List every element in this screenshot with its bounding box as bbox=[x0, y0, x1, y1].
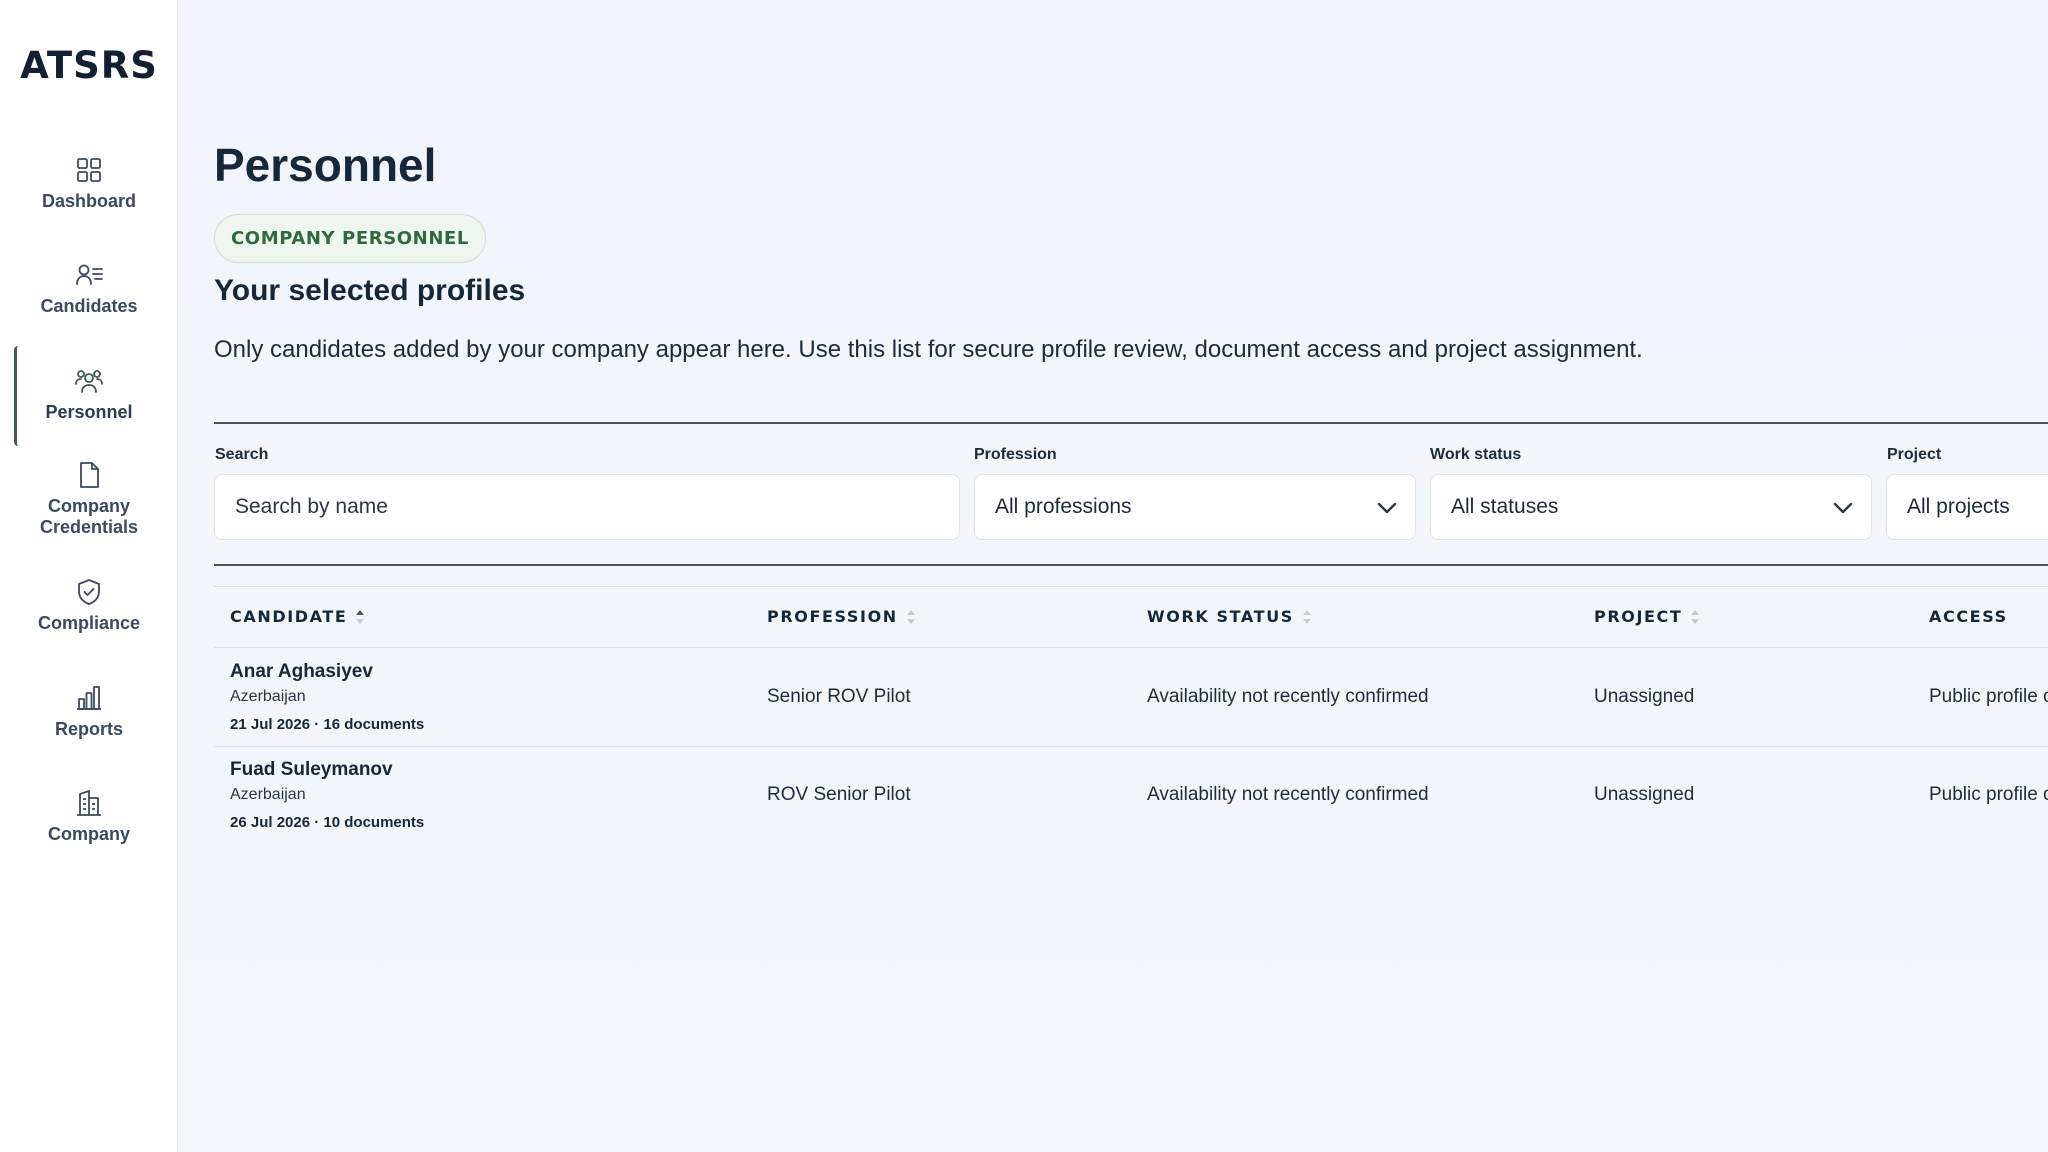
column-header-label: ACCESS bbox=[1929, 607, 2008, 626]
column-header-work-status[interactable]: WORK STATUS bbox=[1147, 607, 1312, 626]
project-select[interactable]: All projects bbox=[1886, 474, 2048, 540]
column-header-candidate[interactable]: CANDIDATE bbox=[230, 607, 365, 626]
candidate-country: Azerbaijan bbox=[230, 786, 306, 803]
work-status-cell: Availability not recently confirmed bbox=[1147, 784, 1429, 805]
sort-icon bbox=[1691, 609, 1700, 624]
nav-item-company-credentials[interactable]: Company Credentials bbox=[0, 460, 178, 538]
nav-label-company: Company bbox=[47, 824, 130, 844]
sort-icon bbox=[1302, 609, 1311, 624]
page-title: Personnel bbox=[214, 139, 437, 191]
header-row-divider bbox=[214, 647, 2048, 648]
nav-item-candidates[interactable]: Candidates bbox=[0, 260, 178, 317]
table-top-border bbox=[214, 586, 2048, 587]
work-status-select[interactable]: All statuses bbox=[1430, 474, 1872, 540]
project-select-value: All projects bbox=[1907, 495, 2010, 518]
profession-cell: ROV Senior Pilot bbox=[767, 784, 911, 805]
work-status-label: Work status bbox=[1430, 446, 1522, 463]
dashboard-icon bbox=[77, 158, 101, 182]
shield-check-icon bbox=[78, 579, 100, 605]
candidate-country: Azerbaijan bbox=[230, 688, 306, 705]
project-cell: Unassigned bbox=[1594, 686, 1695, 707]
sidebar: ATSRS Dashboard Candidates Personnel Com… bbox=[0, 0, 178, 1152]
work-status-cell: Availability not recently confirmed bbox=[1147, 686, 1429, 707]
nav-item-compliance[interactable]: Compliance bbox=[0, 577, 178, 634]
nav-item-personnel[interactable]: Personnel bbox=[0, 366, 178, 423]
divider bbox=[214, 564, 2048, 566]
chevron-down-icon bbox=[1833, 502, 1853, 514]
row-divider bbox=[214, 746, 2048, 747]
bar-chart-icon bbox=[77, 686, 101, 710]
chevron-down-icon bbox=[1377, 502, 1397, 514]
column-header-project[interactable]: PROJECT bbox=[1594, 607, 1700, 626]
nav-label-company-credentials: Company Credentials bbox=[39, 496, 139, 537]
nav-label-dashboard: Dashboard bbox=[41, 191, 137, 211]
sort-icon bbox=[906, 609, 915, 624]
profession-label: Profession bbox=[974, 446, 1057, 463]
column-header-access: ACCESS bbox=[1929, 607, 2008, 626]
column-header-label: PROJECT bbox=[1594, 607, 1683, 626]
brand-logo[interactable]: ATSRS bbox=[0, 44, 178, 87]
profession-select-value: All professions bbox=[995, 495, 1132, 518]
candidate-name[interactable]: Fuad Suleymanov bbox=[230, 759, 393, 781]
document-icon bbox=[80, 462, 99, 488]
column-header-label: CANDIDATE bbox=[230, 607, 348, 626]
access-cell: Public profile o bbox=[1929, 784, 2048, 805]
candidate-meta: 21 Jul 2026 · 16 documents bbox=[230, 716, 425, 733]
main-content: Personnel COMPANY PERSONNEL Your selecte… bbox=[178, 0, 2048, 1152]
company-personnel-badge: COMPANY PERSONNEL bbox=[214, 214, 486, 263]
nav-label-compliance: Compliance bbox=[37, 613, 141, 633]
column-header-profession[interactable]: PROFESSION bbox=[767, 607, 916, 626]
nav-item-dashboard[interactable]: Dashboard bbox=[0, 155, 178, 212]
project-label: Project bbox=[1887, 446, 1942, 463]
profession-select[interactable]: All professions bbox=[974, 474, 1416, 540]
nav-item-reports[interactable]: Reports bbox=[0, 683, 178, 740]
building-icon bbox=[77, 790, 101, 816]
nav-label-reports: Reports bbox=[54, 719, 123, 739]
candidate-meta: 26 Jul 2026 · 10 documents bbox=[230, 814, 425, 831]
nav-label-candidates: Candidates bbox=[40, 296, 138, 316]
column-header-label: PROFESSION bbox=[767, 607, 898, 626]
candidate-name[interactable]: Anar Aghasiyev bbox=[230, 661, 373, 683]
project-cell: Unassigned bbox=[1594, 784, 1695, 805]
personnel-icon bbox=[75, 370, 103, 393]
nav-label-personnel: Personnel bbox=[45, 402, 133, 422]
search-label: Search bbox=[215, 446, 269, 463]
section-title: Your selected profiles bbox=[214, 274, 526, 307]
section-description: Only candidates added by your company ap… bbox=[214, 336, 1643, 363]
work-status-select-value: All statuses bbox=[1451, 495, 1559, 518]
column-header-label: WORK STATUS bbox=[1147, 607, 1294, 626]
search-field bbox=[214, 474, 960, 540]
nav-item-company[interactable]: Company bbox=[0, 788, 178, 845]
candidates-icon bbox=[76, 264, 103, 285]
profession-cell: Senior ROV Pilot bbox=[767, 686, 911, 707]
divider bbox=[214, 422, 2048, 424]
sort-icon bbox=[356, 609, 365, 624]
search-input[interactable] bbox=[235, 495, 939, 519]
access-cell: Public profile o bbox=[1929, 686, 2048, 707]
